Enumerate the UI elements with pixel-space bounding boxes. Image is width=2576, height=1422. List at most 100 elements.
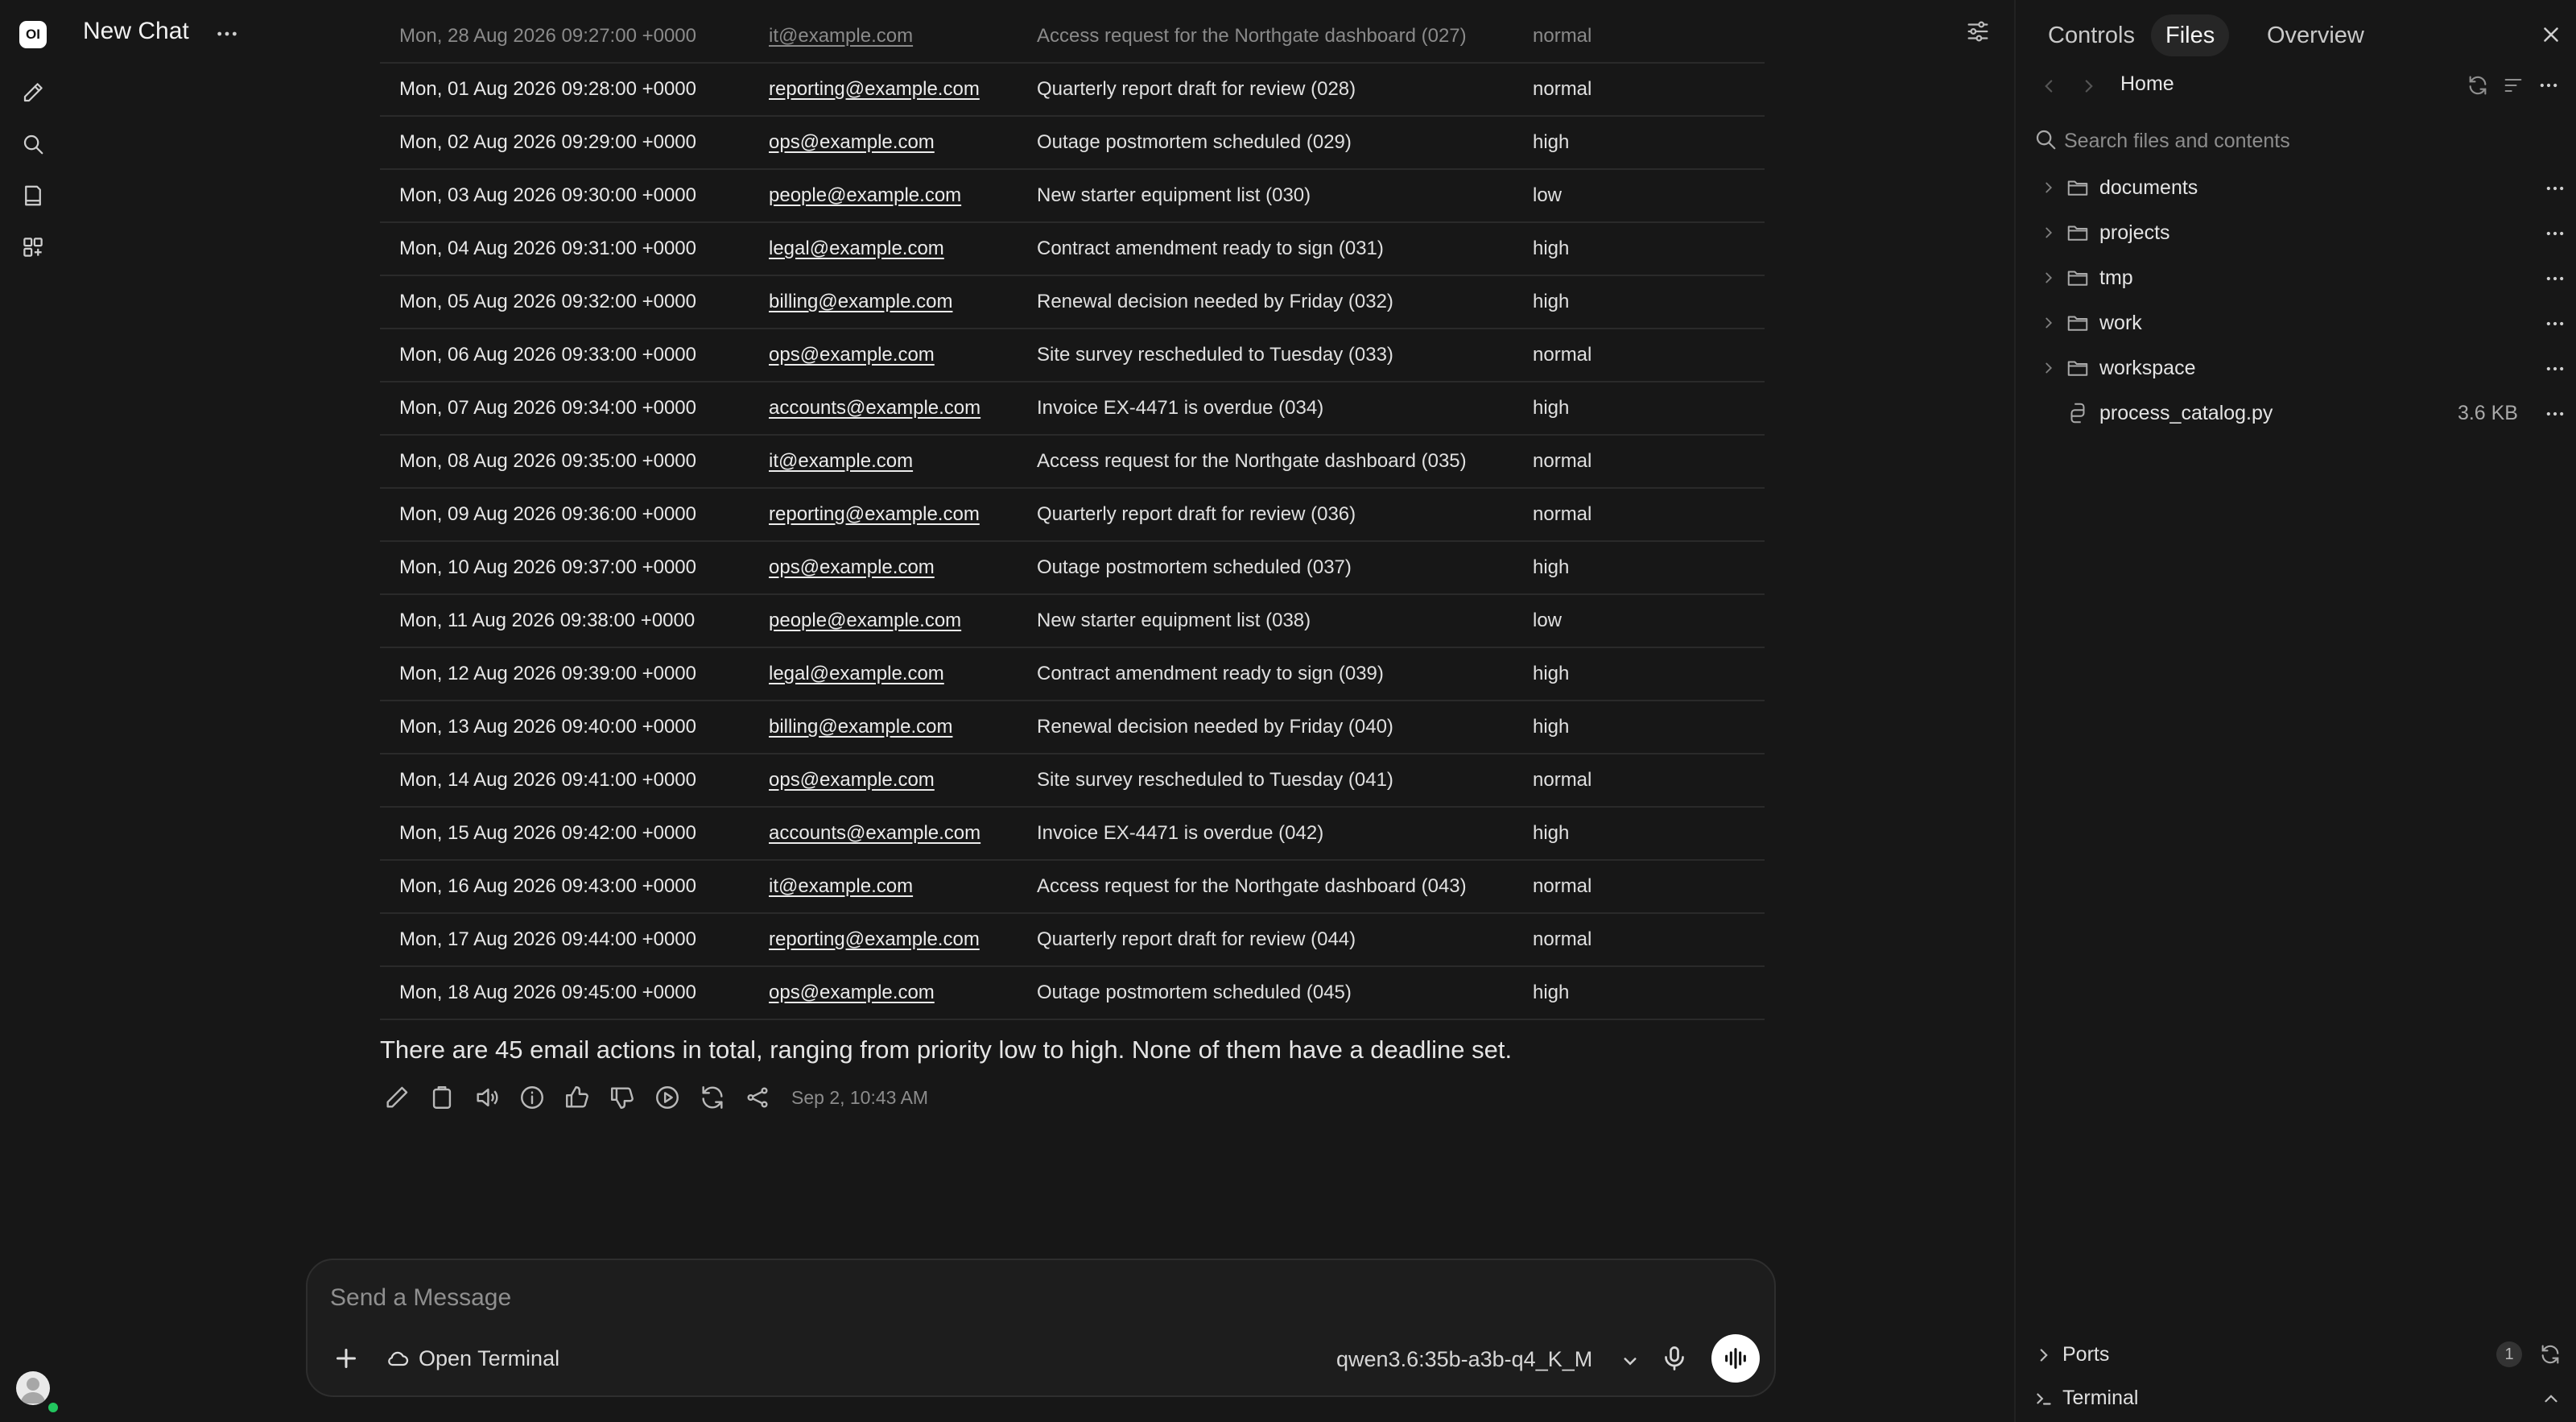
copy-icon[interactable] — [428, 1084, 456, 1111]
breadcrumb-home[interactable]: Home — [2120, 72, 2174, 96]
open-terminal-button[interactable]: Open Terminal — [385, 1344, 559, 1373]
email-sender-link[interactable]: it@example.com — [769, 25, 913, 48]
chevron-right-icon[interactable] — [2040, 179, 2058, 196]
share-icon[interactable] — [744, 1084, 771, 1111]
workspace-grid-icon[interactable] — [21, 235, 45, 259]
email-subject: New starter equipment list (038) — [1037, 610, 1311, 631]
email-date: Mon, 05 Aug 2026 09:32:00 +0000 — [399, 291, 696, 312]
email-date: Mon, 06 Aug 2026 09:33:00 +0000 — [399, 344, 696, 366]
email-sender-link[interactable]: people@example.com — [769, 610, 961, 632]
more-options-icon[interactable] — [214, 21, 240, 47]
more-options-icon[interactable] — [2544, 312, 2566, 335]
open-terminal-label: Open Terminal — [419, 1346, 560, 1370]
email-sender-link[interactable]: people@example.com — [769, 184, 961, 207]
email-sender-link[interactable]: reporting@example.com — [769, 78, 980, 101]
email-priority: normal — [1533, 25, 1592, 47]
email-sender-link[interactable]: ops@example.com — [769, 769, 935, 792]
folder-item[interactable]: tmp — [2016, 256, 2576, 301]
table-row: Mon, 01 Aug 2026 09:28:00 +0000 reporting… — [380, 64, 1765, 117]
tab-overview[interactable]: Overview — [2252, 14, 2379, 56]
email-priority: normal — [1533, 769, 1592, 791]
email-priority: low — [1533, 610, 1563, 631]
file-tree: documents projects tmp work workspace process… — [2016, 166, 2576, 436]
email-subject: Invoice EX-4471 is overdue (034) — [1037, 397, 1324, 419]
email-sender-link[interactable]: billing@example.com — [769, 291, 952, 313]
new-chat-pencil-icon[interactable] — [21, 81, 45, 105]
folder-item[interactable]: work — [2016, 301, 2576, 346]
email-priority: high — [1533, 397, 1570, 419]
email-table: Mon, 28 Aug 2026 09:27:00 +0000 it@exampl… — [380, 10, 1765, 1020]
email-date: Mon, 13 Aug 2026 09:40:00 +0000 — [399, 716, 696, 738]
continue-icon[interactable] — [654, 1084, 681, 1111]
tab-controls[interactable]: Controls — [2033, 14, 2149, 56]
email-sender-link[interactable]: reporting@example.com — [769, 928, 980, 951]
read-aloud-icon[interactable] — [473, 1084, 501, 1111]
refresh-icon[interactable] — [2467, 74, 2489, 97]
search-icon[interactable] — [21, 132, 45, 156]
microphone-icon[interactable] — [1660, 1344, 1689, 1373]
thumbs-down-icon[interactable] — [609, 1084, 636, 1111]
email-sender-link[interactable]: ops@example.com — [769, 556, 935, 579]
info-icon[interactable] — [518, 1084, 546, 1111]
more-options-icon[interactable] — [2544, 358, 2566, 380]
chevron-right-icon[interactable] — [2040, 224, 2058, 242]
chevron-right-icon[interactable] — [2040, 314, 2058, 332]
email-sender-link[interactable]: ops@example.com — [769, 131, 935, 154]
more-options-icon[interactable] — [2544, 222, 2566, 245]
file-item[interactable]: process_catalog.py 3.6 KB — [2016, 391, 2576, 436]
email-sender-link[interactable]: it@example.com — [769, 875, 913, 898]
more-options-icon[interactable] — [2544, 403, 2566, 425]
email-subject: Outage postmortem scheduled (045) — [1037, 982, 1352, 1003]
folder-item[interactable]: workspace — [2016, 346, 2576, 391]
more-options-icon[interactable] — [2544, 267, 2566, 290]
email-sender-link[interactable]: accounts@example.com — [769, 397, 980, 420]
regenerate-icon[interactable] — [699, 1084, 726, 1111]
email-sender-link[interactable]: ops@example.com — [769, 982, 935, 1004]
terminal-section[interactable]: Terminal — [2016, 1379, 2576, 1419]
email-sender-link[interactable]: legal@example.com — [769, 238, 944, 260]
edit-icon[interactable] — [383, 1084, 411, 1111]
more-options-icon[interactable] — [2544, 177, 2566, 200]
left-rail: OI — [0, 0, 64, 1422]
forward-icon[interactable] — [2079, 74, 2099, 98]
cloud-icon — [385, 1346, 411, 1371]
voice-mode-button[interactable] — [1711, 1334, 1760, 1383]
table-row: Mon, 04 Aug 2026 09:31:00 +0000 legal@exa… — [380, 223, 1765, 276]
message-input[interactable]: Send a Message — [330, 1284, 511, 1312]
app-logo[interactable]: OI — [19, 21, 47, 48]
chat-controls-icon[interactable] — [1964, 18, 1992, 45]
notes-icon[interactable] — [21, 184, 45, 208]
avatar[interactable] — [16, 1371, 50, 1405]
folder-icon — [2066, 176, 2090, 200]
back-icon[interactable] — [2038, 74, 2059, 98]
ports-section[interactable]: Ports 1 — [2016, 1335, 2576, 1375]
chevron-up-icon[interactable] — [2541, 1388, 2562, 1409]
file-name: workspace — [2099, 357, 2196, 379]
thumbs-up-icon[interactable] — [564, 1084, 591, 1111]
folder-item[interactable]: projects — [2016, 211, 2576, 256]
email-sender-link[interactable]: it@example.com — [769, 450, 913, 473]
email-sender-link[interactable]: legal@example.com — [769, 663, 944, 685]
sort-icon[interactable] — [2502, 74, 2524, 97]
add-attachment-icon[interactable] — [332, 1344, 361, 1373]
email-sender-link[interactable]: accounts@example.com — [769, 822, 980, 845]
email-sender-link[interactable]: billing@example.com — [769, 716, 952, 738]
table-row: Mon, 09 Aug 2026 09:36:00 +0000 reporting… — [380, 489, 1765, 542]
more-options-icon[interactable] — [2537, 74, 2560, 97]
tab-files[interactable]: Files — [2151, 14, 2230, 56]
folder-item[interactable]: documents — [2016, 166, 2576, 211]
model-selector[interactable]: qwen3.6:35b-a3b-q4_K_M — [1336, 1347, 1592, 1372]
message-timestamp: Sep 2, 10:43 AM — [791, 1087, 929, 1108]
chat-title[interactable]: New Chat — [83, 18, 189, 45]
chevron-down-icon[interactable] — [1618, 1349, 1642, 1373]
chevron-right-icon[interactable] — [2040, 359, 2058, 377]
email-sender-link[interactable]: reporting@example.com — [769, 503, 980, 526]
email-priority: normal — [1533, 78, 1592, 100]
chevron-right-icon[interactable] — [2040, 269, 2058, 287]
file-search-input[interactable] — [2062, 126, 2549, 156]
table-row: Mon, 08 Aug 2026 09:35:00 +0000 it@exampl… — [380, 436, 1765, 489]
close-icon[interactable] — [2539, 23, 2563, 47]
email-sender-link[interactable]: ops@example.com — [769, 344, 935, 366]
refresh-icon[interactable] — [2539, 1343, 2562, 1366]
email-subject: Contract amendment ready to sign (039) — [1037, 663, 1384, 684]
